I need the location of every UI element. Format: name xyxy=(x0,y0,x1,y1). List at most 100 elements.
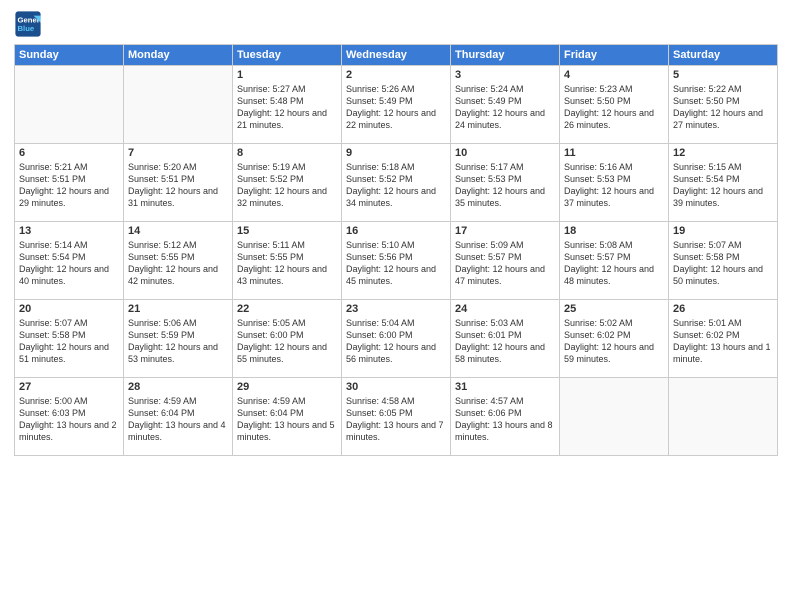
cell-text: Sunrise: 5:06 AM xyxy=(128,317,228,329)
cell-text: Sunset: 6:04 PM xyxy=(128,407,228,419)
calendar-cell: 16Sunrise: 5:10 AMSunset: 5:56 PMDayligh… xyxy=(342,222,451,300)
cell-text: Daylight: 12 hours and 47 minutes. xyxy=(455,263,555,287)
calendar-cell: 20Sunrise: 5:07 AMSunset: 5:58 PMDayligh… xyxy=(15,300,124,378)
cell-text: Sunset: 6:04 PM xyxy=(237,407,337,419)
cell-text: Daylight: 13 hours and 5 minutes. xyxy=(237,419,337,443)
cell-text: Daylight: 13 hours and 7 minutes. xyxy=(346,419,446,443)
cell-text: Sunset: 5:57 PM xyxy=(455,251,555,263)
cell-text: Daylight: 12 hours and 37 minutes. xyxy=(564,185,664,209)
day-number: 4 xyxy=(564,69,664,81)
day-number: 21 xyxy=(128,303,228,315)
cell-text: Daylight: 12 hours and 31 minutes. xyxy=(128,185,228,209)
day-number: 11 xyxy=(564,147,664,159)
day-number: 23 xyxy=(346,303,446,315)
logo: General Blue xyxy=(14,10,46,38)
calendar-cell: 14Sunrise: 5:12 AMSunset: 5:55 PMDayligh… xyxy=(124,222,233,300)
cell-text: Sunset: 5:59 PM xyxy=(128,329,228,341)
cell-text: Daylight: 13 hours and 1 minute. xyxy=(673,341,773,365)
cell-text: Sunset: 5:52 PM xyxy=(237,173,337,185)
calendar-cell: 31Sunrise: 4:57 AMSunset: 6:06 PMDayligh… xyxy=(451,378,560,456)
weekday-header: Thursday xyxy=(451,45,560,66)
calendar-cell: 22Sunrise: 5:05 AMSunset: 6:00 PMDayligh… xyxy=(233,300,342,378)
calendar-cell: 21 Sunrise: 5:06 AMSunset: 5:59 PMDayligh… xyxy=(124,300,233,378)
cell-text: Sunrise: 5:02 AM xyxy=(564,317,664,329)
calendar-cell: 29 Sunrise: 4:59 AMSunset: 6:04 PMDayligh… xyxy=(233,378,342,456)
cell-text: Sunset: 5:58 PM xyxy=(673,251,773,263)
cell-text: Sunset: 5:53 PM xyxy=(564,173,664,185)
cell-text: Sunrise: 5:03 AM xyxy=(455,317,555,329)
calendar-cell: 28Sunrise: 4:59 AMSunset: 6:04 PMDayligh… xyxy=(124,378,233,456)
day-number: 27 xyxy=(19,381,119,393)
cell-text: Sunset: 6:05 PM xyxy=(346,407,446,419)
calendar-cell: 1Sunrise: 5:27 AMSunset: 5:48 PMDaylight… xyxy=(233,66,342,144)
calendar-cell xyxy=(669,378,778,456)
cell-text: Daylight: 12 hours and 59 minutes. xyxy=(564,341,664,365)
cell-text: Sunrise: 5:11 AM xyxy=(237,239,337,251)
cell-text: Sunset: 6:06 PM xyxy=(455,407,555,419)
cell-text: Daylight: 12 hours and 42 minutes. xyxy=(128,263,228,287)
calendar-cell: 25Sunrise: 5:02 AMSunset: 6:02 PMDayligh… xyxy=(560,300,669,378)
cell-text: Sunrise: 5:17 AM xyxy=(455,161,555,173)
cell-text: Sunset: 6:00 PM xyxy=(346,329,446,341)
weekday-header: Tuesday xyxy=(233,45,342,66)
day-number: 16 xyxy=(346,225,446,237)
calendar-week-row: 13Sunrise: 5:14 AMSunset: 5:54 PMDayligh… xyxy=(15,222,778,300)
calendar-cell xyxy=(15,66,124,144)
cell-text: Sunrise: 5:22 AM xyxy=(673,83,773,95)
cell-text: Sunrise: 4:57 AM xyxy=(455,395,555,407)
day-number: 9 xyxy=(346,147,446,159)
day-number: 20 xyxy=(19,303,119,315)
cell-text: Daylight: 12 hours and 32 minutes. xyxy=(237,185,337,209)
cell-text: Daylight: 12 hours and 58 minutes. xyxy=(455,341,555,365)
calendar-cell: 4Sunrise: 5:23 AMSunset: 5:50 PMDaylight… xyxy=(560,66,669,144)
cell-text: Daylight: 12 hours and 22 minutes. xyxy=(346,107,446,131)
cell-text: Sunset: 5:53 PM xyxy=(455,173,555,185)
cell-text: Daylight: 12 hours and 48 minutes. xyxy=(564,263,664,287)
calendar-header-row: SundayMondayTuesdayWednesdayThursdayFrid… xyxy=(15,45,778,66)
weekday-header: Friday xyxy=(560,45,669,66)
cell-text: Daylight: 13 hours and 4 minutes. xyxy=(128,419,228,443)
day-number: 22 xyxy=(237,303,337,315)
calendar-cell: 15Sunrise: 5:11 AMSunset: 5:55 PMDayligh… xyxy=(233,222,342,300)
cell-text: Sunrise: 5:15 AM xyxy=(673,161,773,173)
cell-text: Sunrise: 5:27 AM xyxy=(237,83,337,95)
cell-text: Sunrise: 5:08 AM xyxy=(564,239,664,251)
cell-text: Sunrise: 5:26 AM xyxy=(346,83,446,95)
cell-text: Sunrise: 5:21 AM xyxy=(19,161,119,173)
calendar: SundayMondayTuesdayWednesdayThursdayFrid… xyxy=(14,44,778,456)
cell-text: Sunset: 5:58 PM xyxy=(19,329,119,341)
cell-text: Sunset: 5:48 PM xyxy=(237,95,337,107)
calendar-cell: 13Sunrise: 5:14 AMSunset: 5:54 PMDayligh… xyxy=(15,222,124,300)
day-number: 14 xyxy=(128,225,228,237)
cell-text: Daylight: 12 hours and 53 minutes. xyxy=(128,341,228,365)
calendar-cell xyxy=(560,378,669,456)
calendar-cell: 7Sunrise: 5:20 AMSunset: 5:51 PMDaylight… xyxy=(124,144,233,222)
cell-text: Sunrise: 5:16 AM xyxy=(564,161,664,173)
cell-text: Sunrise: 5:23 AM xyxy=(564,83,664,95)
calendar-week-row: 27Sunrise: 5:00 AMSunset: 6:03 PMDayligh… xyxy=(15,378,778,456)
cell-text: Sunset: 5:49 PM xyxy=(455,95,555,107)
header: General Blue xyxy=(14,10,778,38)
cell-text: Sunset: 6:02 PM xyxy=(564,329,664,341)
cell-text: Sunrise: 5:07 AM xyxy=(673,239,773,251)
cell-text: Sunset: 5:52 PM xyxy=(346,173,446,185)
day-number: 29 xyxy=(237,381,337,393)
cell-text: Sunrise: 5:07 AM xyxy=(19,317,119,329)
calendar-cell: 9Sunrise: 5:18 AMSunset: 5:52 PMDaylight… xyxy=(342,144,451,222)
calendar-cell: 18Sunrise: 5:08 AMSunset: 5:57 PMDayligh… xyxy=(560,222,669,300)
cell-text: Sunset: 6:02 PM xyxy=(673,329,773,341)
cell-text: Sunrise: 5:18 AM xyxy=(346,161,446,173)
cell-text: Sunrise: 4:59 AM xyxy=(237,395,337,407)
cell-text: Sunset: 5:54 PM xyxy=(19,251,119,263)
calendar-cell: 8Sunrise: 5:19 AMSunset: 5:52 PMDaylight… xyxy=(233,144,342,222)
cell-text: Sunrise: 5:12 AM xyxy=(128,239,228,251)
cell-text: Daylight: 12 hours and 21 minutes. xyxy=(237,107,337,131)
day-number: 15 xyxy=(237,225,337,237)
cell-text: Sunset: 5:51 PM xyxy=(128,173,228,185)
calendar-week-row: 20 Sunrise: 5:07 AMSunset: 5:58 PM Dayligh… xyxy=(15,300,778,378)
weekday-header: Monday xyxy=(124,45,233,66)
page: General Blue SundayMondayTuesdayWednesda… xyxy=(0,0,792,612)
calendar-cell: 10Sunrise: 5:17 AMSunset: 5:53 PMDayligh… xyxy=(451,144,560,222)
cell-text: Sunrise: 5:24 AM xyxy=(455,83,555,95)
cell-text: Sunset: 5:55 PM xyxy=(237,251,337,263)
